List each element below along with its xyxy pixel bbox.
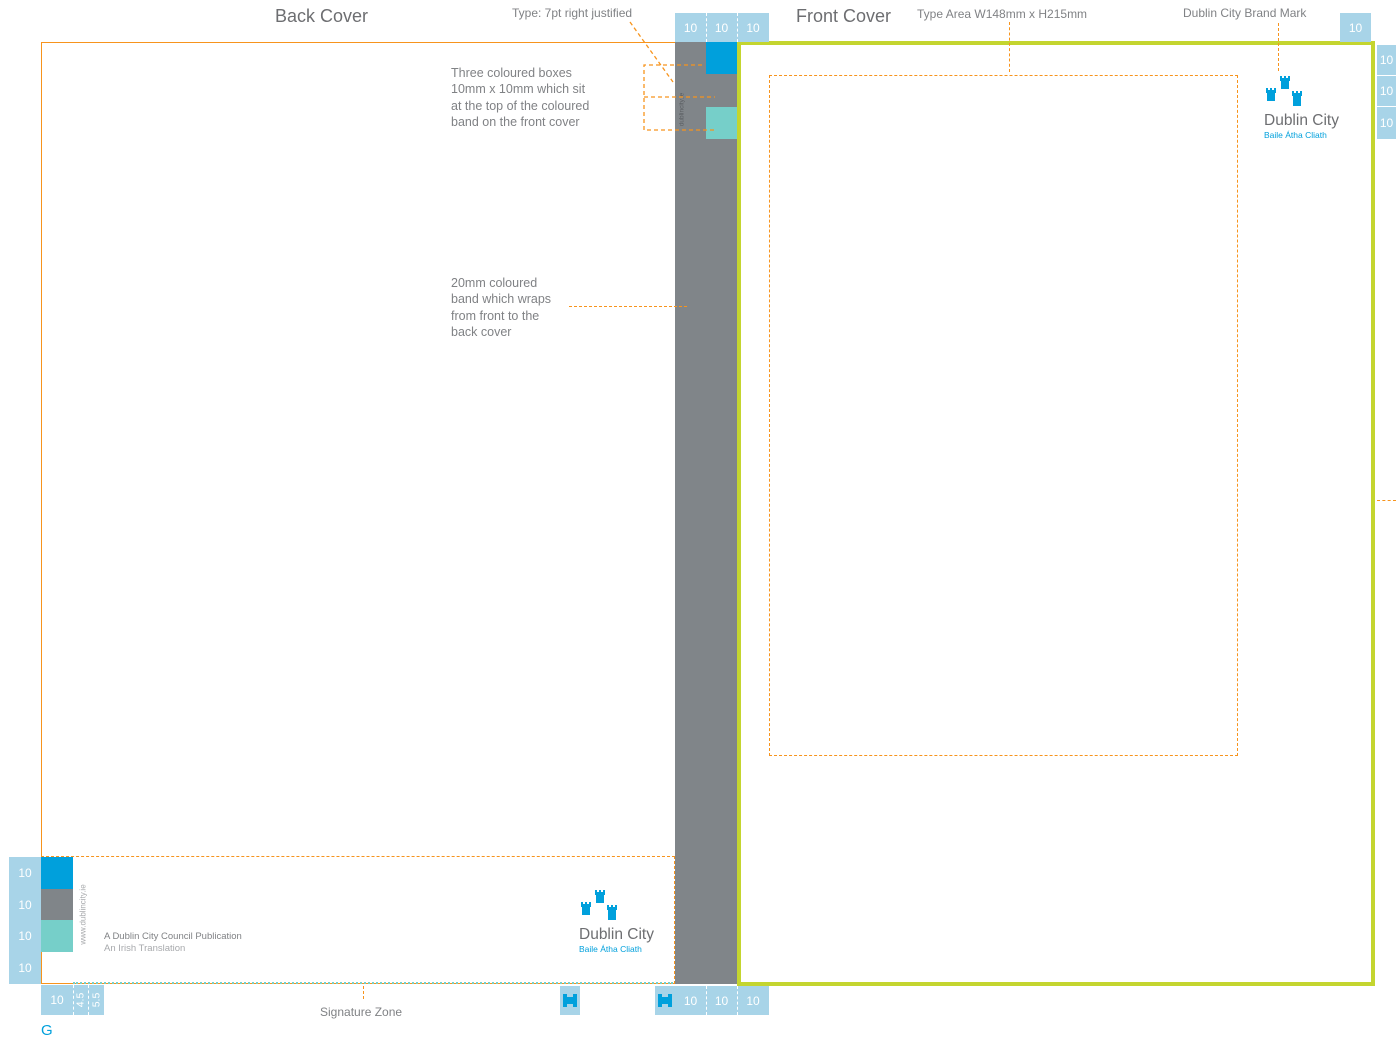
- bottom-marker-left: [560, 986, 580, 1015]
- brand-mark-label: Dublin City Brand Mark: [1183, 6, 1307, 20]
- measure-right-3: 10: [1377, 107, 1396, 139]
- measure-bottom-4-5: 4.5: [73, 985, 88, 1015]
- page-letter: G: [41, 1022, 53, 1039]
- signature-zone-label: Signature Zone: [320, 1005, 403, 1019]
- measure-bottom-band-1: 10: [675, 986, 706, 1015]
- measure-top-3: 10: [737, 13, 769, 42]
- band-note-leader: [569, 306, 687, 307]
- website-vertical: www.dublincity.ie: [78, 884, 88, 945]
- measure-divider: [88, 985, 89, 1015]
- back-brand-mark: Dublin City Baile Átha Cliath: [577, 888, 667, 958]
- back-teal-box: [41, 920, 73, 952]
- translation-text: An Irish Translation: [104, 943, 186, 954]
- measure-divider: [737, 986, 738, 1015]
- castles-icon: [581, 890, 617, 920]
- publication-text: A Dublin City Council Publication: [104, 931, 242, 942]
- signature-zone-leader: [363, 986, 364, 999]
- measure-top-2: 10: [706, 13, 737, 42]
- castles-icon: [1266, 76, 1302, 106]
- band-note: 20mm coloured band which wraps from fron…: [451, 276, 552, 339]
- measure-divider: [706, 986, 707, 1015]
- front-cover-title: Front Cover: [796, 6, 892, 26]
- back-blue-box: [41, 857, 73, 889]
- measure-left-2: 10: [9, 889, 41, 920]
- coloured-band: [675, 42, 737, 984]
- brand-mark-leader: [1278, 23, 1279, 71]
- measure-divider: [737, 13, 738, 42]
- type-area-label: Type Area W148mm x H215mm: [917, 7, 1088, 21]
- measure-right-2: 10: [1377, 76, 1396, 106]
- type-note-label: Type: 7pt right justified: [512, 6, 633, 20]
- measure-bottom-5-5: 5.5: [88, 985, 104, 1015]
- logo-name: Dublin City: [579, 926, 654, 943]
- signature-zone-bottom-dots: [73, 982, 673, 984]
- measure-right-1: 10: [1377, 45, 1396, 75]
- back-cover-title: Back Cover: [275, 6, 369, 26]
- back-grey-box: [41, 889, 73, 920]
- boxes-note-bracket: [643, 64, 715, 131]
- measure-bottom-10: 10: [41, 985, 73, 1015]
- front-brand-mark: Dublin City Baile Átha Cliath: [1262, 74, 1346, 144]
- logo-sub: Baile Átha Cliath: [1264, 130, 1327, 140]
- type-area-leader: [1009, 22, 1010, 72]
- bottom-marker-right: [655, 986, 675, 1015]
- measure-left-4: 10: [9, 952, 41, 984]
- measure-left-1: 10: [9, 857, 41, 889]
- measure-bottom-band-2: 10: [706, 986, 737, 1015]
- measure-top-1: 10: [675, 13, 706, 42]
- type-area-box: [769, 75, 1238, 756]
- back-cover-outline: [41, 42, 675, 984]
- measure-top-right: 10: [1340, 13, 1371, 42]
- measure-left-3: 10: [9, 920, 41, 952]
- logo-name: Dublin City: [1264, 112, 1339, 129]
- right-edge-leader: [1377, 500, 1396, 501]
- boxes-note: Three coloured boxes 10mm x 10mm which s…: [451, 66, 590, 129]
- measure-bottom-band-3: 10: [737, 986, 769, 1015]
- measure-divider: [706, 13, 707, 42]
- measure-divider: [73, 985, 74, 1015]
- logo-sub: Baile Átha Cliath: [579, 944, 642, 954]
